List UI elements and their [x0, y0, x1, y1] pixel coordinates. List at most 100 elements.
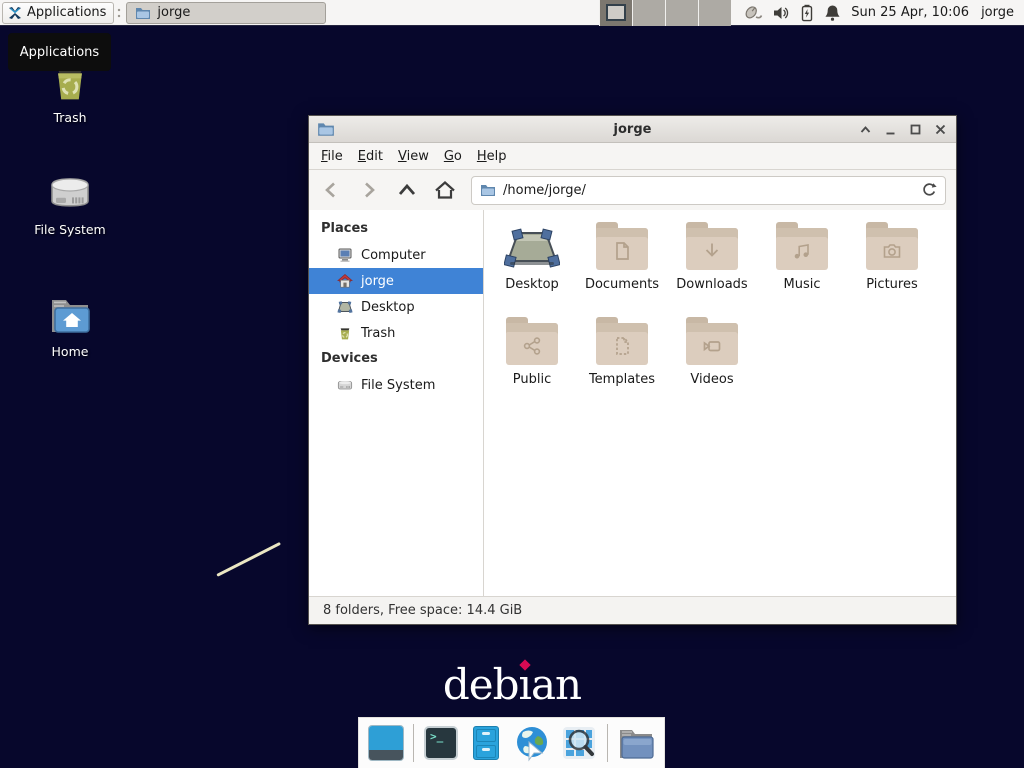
- folder-videos-icon: [686, 323, 738, 365]
- file-label: Pictures: [866, 277, 917, 292]
- sidebar-item-file-system[interactable]: File System: [309, 372, 483, 398]
- menu-go[interactable]: Go: [444, 149, 462, 164]
- desktop-icon-label: Trash: [15, 110, 125, 125]
- home-icon: [337, 273, 353, 289]
- minimize-button[interactable]: [882, 121, 898, 137]
- hard-drive-icon: [337, 378, 353, 392]
- top-panel: Applications jorge: [0, 0, 1024, 26]
- sidebar-item-trash[interactable]: Trash: [309, 320, 483, 346]
- home-button[interactable]: [433, 178, 457, 202]
- file-grid: Desktop Documents: [487, 218, 956, 408]
- trash-icon: [337, 325, 353, 341]
- desktop-icon-home[interactable]: Home: [15, 294, 125, 359]
- taskbar-window-button[interactable]: jorge: [126, 2, 326, 24]
- globe-browser-icon: [513, 724, 551, 762]
- dock-separator: [607, 724, 608, 762]
- window-content: Places Computer: [309, 210, 956, 596]
- file-item-desktop[interactable]: Desktop: [487, 218, 577, 313]
- file-cabinet-icon: [473, 726, 499, 760]
- up-button[interactable]: [395, 178, 419, 202]
- file-item-downloads[interactable]: Downloads: [667, 218, 757, 313]
- file-item-videos[interactable]: Videos: [667, 313, 757, 408]
- file-item-public[interactable]: Public: [487, 313, 577, 408]
- debian-text: an: [531, 660, 581, 709]
- sidebar-item-desktop[interactable]: Desktop: [309, 294, 483, 320]
- menu-edit[interactable]: Edit: [358, 149, 383, 164]
- file-manager-launcher[interactable]: [468, 724, 504, 762]
- file-label: Templates: [589, 372, 655, 387]
- sidebar-item-label: Desktop: [361, 300, 415, 315]
- desktop-icon-label: Home: [15, 344, 125, 359]
- desktop-icon-file-system[interactable]: File System: [15, 170, 125, 237]
- file-list-view[interactable]: Desktop Documents: [484, 210, 956, 596]
- sidebar-devices-header: Devices: [309, 346, 483, 372]
- desktop-workspace-icon: [504, 228, 560, 270]
- shade-button[interactable]: [857, 121, 873, 137]
- folder-pictures-icon: [866, 228, 918, 270]
- file-item-documents[interactable]: Documents: [577, 218, 667, 313]
- folder-downloads-icon: [686, 228, 738, 270]
- sidebar-item-label: jorge: [361, 274, 394, 289]
- file-label: Desktop: [505, 277, 559, 292]
- sidebar: Places Computer: [309, 210, 484, 596]
- workspace-switcher[interactable]: [599, 0, 731, 26]
- menu-help[interactable]: Help: [477, 149, 507, 164]
- system-tray: [743, 4, 841, 22]
- terminal-icon: >_: [424, 726, 458, 760]
- sidebar-item-label: Computer: [361, 248, 426, 263]
- application-finder-launcher[interactable]: [560, 724, 598, 762]
- workspace-1[interactable]: [599, 0, 632, 26]
- window-folder-icon: [317, 121, 335, 137]
- desktop-icon-label: File System: [15, 222, 125, 237]
- taskbar-window-label: jorge: [157, 5, 190, 20]
- dock-separator: [413, 724, 414, 762]
- applications-menu-button[interactable]: Applications: [2, 2, 114, 24]
- tooltip-text: Applications: [20, 45, 99, 60]
- back-button[interactable]: [319, 178, 343, 202]
- web-browser-launcher[interactable]: [513, 724, 551, 762]
- titlebar[interactable]: jorge: [309, 116, 956, 143]
- forward-button[interactable]: [357, 178, 381, 202]
- applications-tooltip: Applications: [8, 33, 111, 71]
- menu-file[interactable]: File: [321, 149, 343, 164]
- location-bar[interactable]: /home/jorge/: [471, 176, 946, 205]
- sidebar-item-computer[interactable]: Computer: [309, 242, 483, 268]
- file-item-templates[interactable]: Templates: [577, 313, 667, 408]
- file-item-music[interactable]: Music: [757, 218, 847, 313]
- path-text[interactable]: /home/jorge/: [503, 183, 914, 198]
- directory-menu-launcher[interactable]: [617, 724, 655, 762]
- show-desktop-icon: [368, 725, 404, 761]
- path-folder-icon: [480, 183, 496, 197]
- folder-music-icon: [776, 228, 828, 270]
- maximize-button[interactable]: [907, 121, 923, 137]
- desktop-stray-line: [216, 542, 281, 577]
- file-item-pictures[interactable]: Pictures: [847, 218, 937, 313]
- clock[interactable]: Sun 25 Apr, 10:06: [851, 5, 969, 20]
- mouse-device-icon[interactable]: [743, 4, 763, 22]
- reload-icon[interactable]: [921, 182, 937, 198]
- folder-public-icon: [506, 323, 558, 365]
- applications-menu-label: Applications: [27, 5, 106, 20]
- workspace-3[interactable]: [665, 0, 698, 26]
- workspace-4[interactable]: [698, 0, 731, 26]
- volume-icon[interactable]: [772, 4, 790, 22]
- menubar: File Edit View Go Help: [309, 143, 956, 170]
- statusbar-text: 8 folders, Free space: 14.4 GiB: [323, 603, 522, 618]
- xfce-applications-icon: [7, 5, 23, 21]
- terminal-launcher[interactable]: >_: [423, 724, 459, 762]
- workspace-2[interactable]: [632, 0, 665, 26]
- toolbar: /home/jorge/: [309, 170, 956, 210]
- app-finder-icon: [560, 724, 598, 762]
- statusbar: 8 folders, Free space: 14.4 GiB: [309, 596, 956, 624]
- show-desktop-button[interactable]: [368, 724, 404, 762]
- debian-wordmark: debıan: [0, 660, 1024, 709]
- battery-charging-icon[interactable]: [799, 4, 815, 22]
- menu-view[interactable]: View: [398, 149, 429, 164]
- sidebar-item-jorge[interactable]: jorge: [309, 268, 483, 294]
- file-label: Documents: [585, 277, 659, 292]
- notifications-bell-icon[interactable]: [824, 4, 841, 22]
- session-username[interactable]: jorge: [981, 5, 1014, 20]
- file-manager-window: jorge File Edit View Go Help: [308, 115, 957, 625]
- close-button[interactable]: [932, 121, 948, 137]
- panel-handle[interactable]: [116, 3, 123, 23]
